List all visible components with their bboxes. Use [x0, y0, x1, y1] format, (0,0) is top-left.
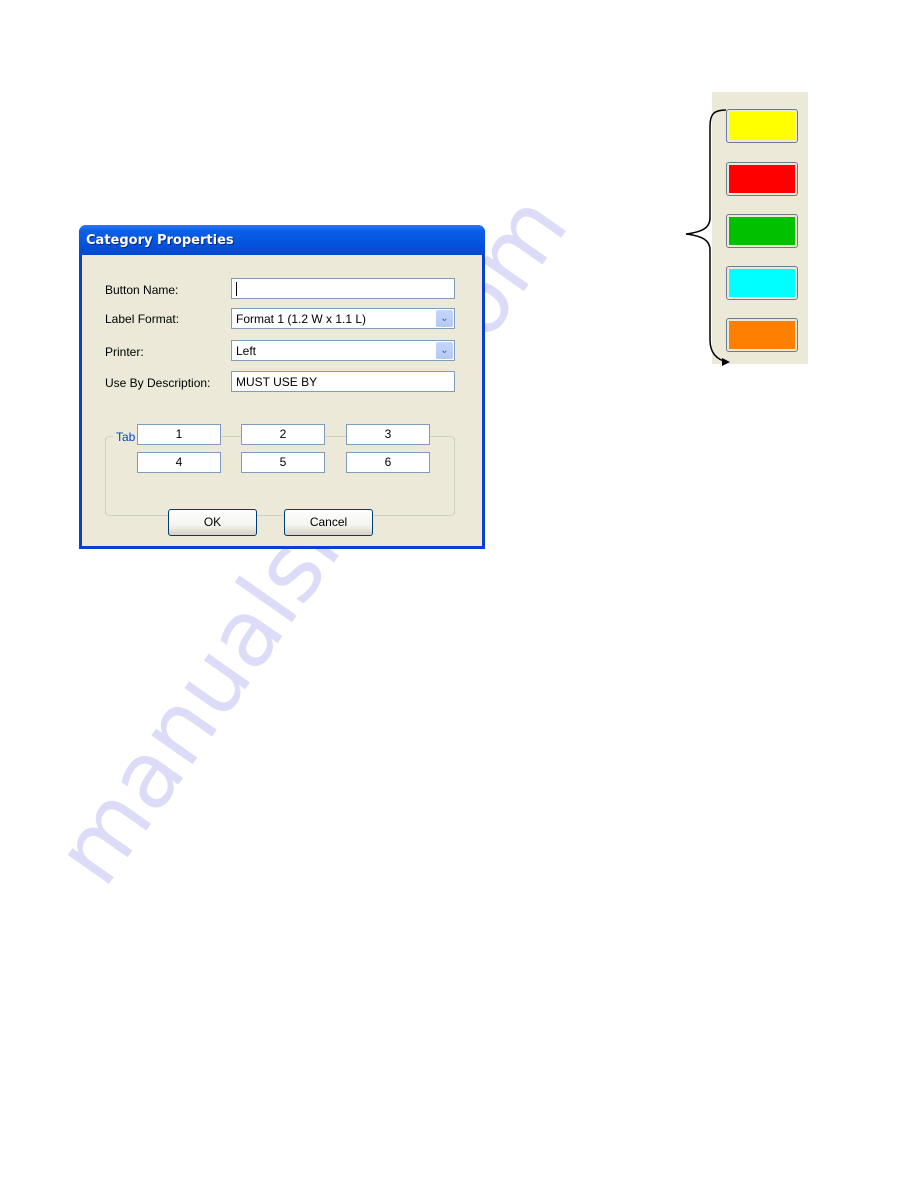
dialog-title: Category Properties: [86, 233, 234, 248]
use-by-description-input[interactable]: MUST USE BY: [231, 371, 455, 392]
printer-value: Left: [236, 344, 257, 358]
title-bar[interactable]: Category Properties: [79, 225, 485, 255]
use-by-description-label: Use By Description:: [105, 376, 211, 390]
tab-name-input-3[interactable]: 3: [346, 424, 430, 445]
ok-button[interactable]: OK: [168, 509, 257, 536]
printer-select[interactable]: Left ⌄: [231, 340, 455, 361]
tab-name-input-1[interactable]: 1: [137, 424, 221, 445]
tab-name-input-5[interactable]: 5: [241, 452, 325, 473]
label-format-label: Label Format:: [105, 312, 180, 326]
dialog-body: Button Name: Label Format: Format 1 (1.2…: [82, 255, 482, 546]
label-format-value: Format 1 (1.2 W x 1.1 L): [236, 312, 367, 326]
brace-arrow-icon: [685, 109, 730, 366]
tab-name-input-2[interactable]: 2: [241, 424, 325, 445]
button-name-input[interactable]: [231, 278, 455, 299]
tab-name-input-6[interactable]: 6: [346, 452, 430, 473]
printer-label: Printer:: [105, 345, 144, 359]
chevron-down-icon[interactable]: ⌄: [436, 310, 453, 327]
label-format-select[interactable]: Format 1 (1.2 W x 1.1 L) ⌄: [231, 308, 455, 329]
tab-name-input-4[interactable]: 4: [137, 452, 221, 473]
tab-names-group: [105, 436, 455, 516]
cancel-button[interactable]: Cancel: [284, 509, 373, 536]
brace-path: [685, 109, 729, 363]
chevron-down-icon[interactable]: ⌄: [436, 342, 453, 359]
button-name-label: Button Name:: [105, 283, 179, 297]
text-caret: [236, 282, 237, 296]
arrow-head: [722, 358, 730, 366]
category-properties-dialog: Category Properties Button Name: Label F…: [79, 225, 485, 549]
